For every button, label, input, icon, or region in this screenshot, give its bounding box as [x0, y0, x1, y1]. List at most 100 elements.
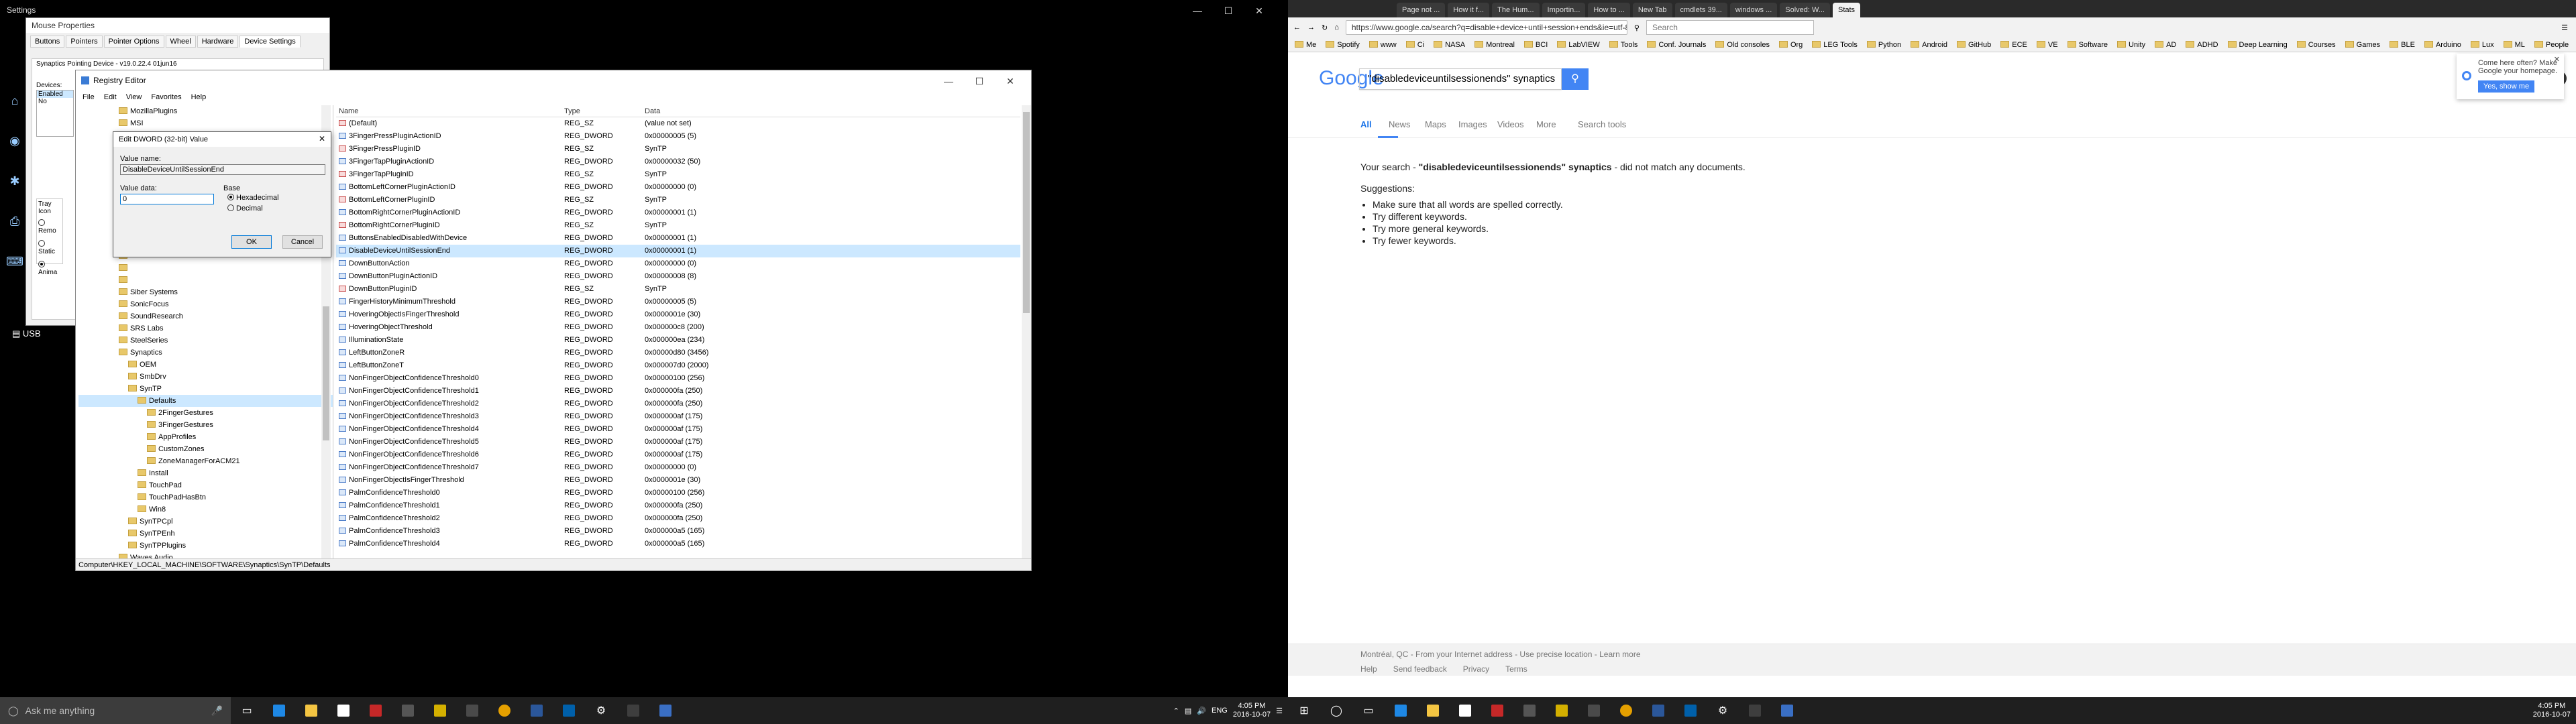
menu-icon[interactable]: ☰ — [2561, 23, 2568, 32]
tree-node[interactable] — [78, 274, 333, 286]
bookmark-item[interactable]: Org — [1778, 40, 1803, 49]
app-icon[interactable] — [649, 697, 682, 724]
promo-yes-button[interactable]: Yes, show me — [2478, 80, 2535, 93]
nav-more[interactable]: More — [1536, 119, 1556, 129]
bookmark-item[interactable]: Games — [2345, 40, 2380, 49]
registry-values-list[interactable]: Name Type Data (Default) REG_SZ (value not… — [336, 105, 1020, 558]
browser-tab[interactable]: Solved: W... — [1780, 3, 1830, 17]
app-icon[interactable] — [1513, 697, 1546, 724]
store-icon[interactable] — [327, 697, 360, 724]
registry-value-row[interactable]: PalmConfidenceThreshold4 REG_DWORD 0x00000… — [336, 538, 1020, 550]
tree-node[interactable]: CustomZones — [78, 443, 333, 455]
tree-node[interactable]: SynTPEnh — [78, 528, 333, 540]
app-icon[interactable] — [1674, 697, 1707, 724]
tree-node[interactable]: SynTPPlugins — [78, 540, 333, 552]
nav-all[interactable]: All — [1360, 119, 1372, 129]
bookmark-item[interactable]: BLE — [2390, 40, 2415, 49]
microphone-icon[interactable]: 🎤 — [211, 705, 223, 717]
footer-feedback[interactable]: Send feedback — [1393, 664, 1447, 674]
bookmark-item[interactable]: Python — [1866, 40, 1901, 49]
tree-node[interactable]: SynTP — [78, 383, 333, 395]
tree-node[interactable]: SoundResearch — [78, 310, 333, 322]
registry-value-row[interactable]: DownButtonPluginActionID REG_DWORD 0x00000… — [336, 270, 1020, 283]
tree-node[interactable]: Win8 — [78, 503, 333, 516]
bookmark-item[interactable]: AD — [2155, 40, 2176, 49]
tree-node[interactable]: Siber Systems — [78, 286, 333, 298]
settings-icon[interactable]: ⚙ — [1707, 697, 1739, 724]
registry-value-row[interactable]: HoveringObjectThreshold REG_DWORD 0x000000… — [336, 321, 1020, 334]
notifications-icon[interactable]: ☰ — [1276, 707, 1283, 715]
close-icon[interactable]: ✕ — [1244, 0, 1275, 21]
bookmark-item[interactable]: www — [1368, 40, 1397, 49]
tree-node[interactable]: MSI — [78, 117, 333, 129]
tree-node[interactable]: Waves Audio — [78, 552, 333, 558]
registry-value-row[interactable]: DownButtonAction REG_DWORD 0x00000000 (0) — [336, 257, 1020, 270]
registry-value-row[interactable]: NonFingerObjectConfidenceThreshold6 REG_D… — [336, 448, 1020, 461]
registry-value-row[interactable]: NonFingerObjectConfidenceThreshold4 REG_D… — [336, 423, 1020, 436]
registry-value-row[interactable]: FingerHistoryMinimumThreshold REG_DWORD 0x… — [336, 296, 1020, 308]
cortana-icon[interactable]: ◯ — [1320, 697, 1352, 724]
browser-tab[interactable]: The Hum... — [1492, 3, 1540, 17]
registry-value-row[interactable]: ButtonsEnabledDisabledWithDevice REG_DWOR… — [336, 232, 1020, 245]
file-explorer-icon[interactable] — [295, 697, 327, 724]
footer-privacy[interactable]: Privacy — [1463, 664, 1489, 674]
menu-edit[interactable]: Edit — [104, 93, 117, 101]
app-icon[interactable] — [1578, 697, 1610, 724]
col-name[interactable]: Name — [336, 105, 561, 117]
registry-value-row[interactable]: NonFingerObjectConfidenceThreshold0 REG_D… — [336, 372, 1020, 385]
browser-tab-active[interactable]: Stats — [1832, 3, 1861, 17]
registry-value-row[interactable]: 3FingerPressPluginID REG_SZ SynTP — [336, 143, 1020, 156]
bookmark-item[interactable]: ECE — [2000, 40, 2027, 49]
google-search-input[interactable]: "disabledeviceuntilsessionends" synaptic… — [1359, 68, 1562, 90]
registry-value-row[interactable]: NonFingerObjectConfidenceThreshold5 REG_D… — [336, 436, 1020, 448]
footer-location[interactable]: Montréal, QC - From your Internet addres… — [1360, 650, 1641, 659]
bookmark-item[interactable]: Lux — [2470, 40, 2494, 49]
col-type[interactable]: Type — [561, 105, 642, 117]
browser-tab[interactable]: How to ... — [1588, 3, 1630, 17]
footer-terms[interactable]: Terms — [1505, 664, 1527, 674]
forward-icon[interactable]: → — [1307, 23, 1315, 32]
footer-help[interactable]: Help — [1360, 664, 1377, 674]
tab-device-settings[interactable]: Device Settings — [239, 36, 301, 48]
app-icon[interactable] — [392, 697, 424, 724]
base-dec-radio[interactable]: Decimal — [227, 204, 263, 213]
registry-value-row[interactable]: NonFingerObjectConfidenceThreshold7 REG_D… — [336, 461, 1020, 474]
edge-icon[interactable] — [1385, 697, 1417, 724]
browser-search-box[interactable]: Search — [1646, 20, 1814, 35]
chrome-icon[interactable] — [1610, 697, 1642, 724]
close-icon[interactable]: ✕ — [995, 70, 1026, 92]
browser-tab[interactable]: New Tab — [1632, 3, 1672, 17]
registry-value-row[interactable]: LeftButtonZoneR REG_DWORD 0x00000d80 (3456… — [336, 347, 1020, 359]
devices-list[interactable]: Enabled No — [36, 90, 74, 137]
col-data[interactable]: Data — [642, 105, 1018, 117]
registry-value-row[interactable]: NonFingerObjectIsFingerThreshold REG_DWOR… — [336, 474, 1020, 487]
app-icon[interactable] — [553, 697, 585, 724]
registry-value-row[interactable]: IlluminationState REG_DWORD 0x000000ea (23… — [336, 334, 1020, 347]
nav-maps[interactable]: Maps — [1425, 119, 1446, 129]
reload-icon[interactable]: ↻ — [1322, 23, 1328, 32]
app-icon[interactable] — [424, 697, 456, 724]
bookmark-item[interactable]: VE — [2036, 40, 2058, 49]
close-icon[interactable]: ✕ — [319, 134, 325, 143]
maximize-icon[interactable]: ☐ — [964, 70, 995, 92]
minimize-icon[interactable]: — — [933, 70, 964, 92]
tree-node[interactable]: SmbDrv — [78, 371, 333, 383]
tree-node[interactable]: Defaults — [78, 395, 333, 407]
clock[interactable]: 4:05 PM 2016-10-07 — [2533, 702, 2571, 719]
tray-option-remove[interactable]: Remo — [38, 219, 61, 235]
registry-value-row[interactable]: PalmConfidenceThreshold0 REG_DWORD 0x00000… — [336, 487, 1020, 499]
bookmark-item[interactable]: GitHub — [1957, 40, 1991, 49]
value-data-field[interactable] — [120, 194, 214, 204]
tree-node[interactable]: SRS Labs — [78, 322, 333, 335]
registry-value-row[interactable]: HoveringObjectIsFingerThreshold REG_DWORD… — [336, 308, 1020, 321]
store-icon[interactable] — [1449, 697, 1481, 724]
edge-icon[interactable] — [263, 697, 295, 724]
values-scrollbar[interactable] — [1022, 105, 1031, 558]
settings-icon[interactable]: ⚙ — [585, 697, 617, 724]
bookmark-item[interactable]: Montreal — [1474, 40, 1515, 49]
menu-help[interactable]: Help — [191, 93, 207, 101]
nav-videos[interactable]: Videos — [1497, 119, 1524, 129]
tab-pointer-options[interactable]: Pointer Options — [103, 36, 164, 48]
bookmark-item[interactable]: Unity — [2117, 40, 2145, 49]
registry-value-row[interactable]: BottomRightCornerPluginID REG_SZ SynTP — [336, 219, 1020, 232]
